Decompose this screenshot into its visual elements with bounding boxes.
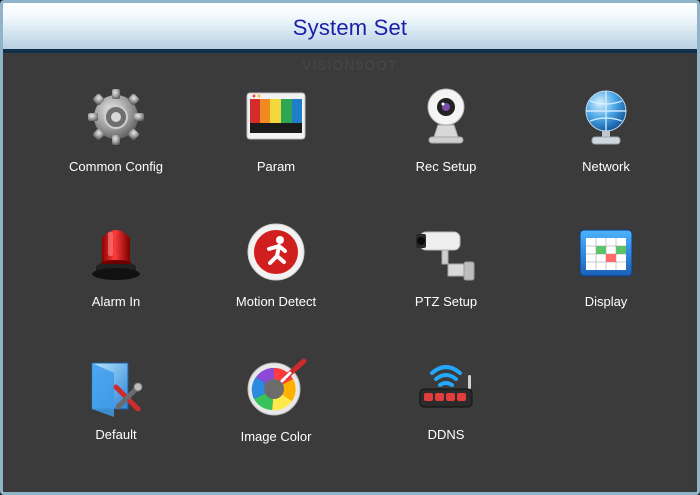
folder-tools-icon [84,353,148,417]
menu-item-label: Network [582,159,630,174]
menu-item-param[interactable]: Param [196,85,356,190]
menu-item-display[interactable]: Display [526,220,686,325]
menu-item-rec-setup[interactable]: Rec Setup [366,85,526,190]
menu-item-label: Display [584,294,628,309]
menu-item-label: Default [95,427,137,442]
menu-item-image-color[interactable]: Image Color [196,355,356,460]
menu-item-label: Alarm In [91,294,141,309]
menu-item-common-config[interactable]: Common Config [36,85,196,190]
menu-item-label: Common Config [69,159,163,174]
gear-icon [84,85,148,149]
menu-item-motion-detect[interactable]: Motion Detect [196,220,356,325]
menu-grid: VISION9OOT Common Config Param Rec Setup… [6,53,694,489]
router-wifi-icon [414,353,478,417]
globe-icon [574,85,638,149]
menu-item-default[interactable]: Default [36,353,196,458]
spreadsheet-window-icon [574,220,638,284]
title-bar: System Set [3,3,697,53]
webcam-icon [414,85,478,149]
menu-item-label: Param [256,159,296,174]
menu-item-ptz-setup[interactable]: PTZ Setup [366,220,526,325]
security-camera-icon [414,220,478,284]
menu-item-ddns[interactable]: DDNS [366,353,526,458]
menu-item-label: Image Color [240,429,312,444]
menu-item-label: PTZ Setup [414,294,478,309]
menu-item-alarm-in[interactable]: Alarm In [36,220,196,325]
running-man-icon [244,220,308,284]
menu-item-label: Rec Setup [415,159,477,174]
menu-item-label: DDNS [427,427,465,442]
alarm-light-icon [84,220,148,284]
system-set-window: System Set VISION9OOT Common Config Para… [0,0,700,495]
watermark-text: VISION9OOT [302,57,398,73]
menu-item-network[interactable]: Network [526,85,686,190]
color-wheel-brush-icon [244,355,308,419]
window-title: System Set [292,15,408,40]
menu-item-label: Motion Detect [235,294,317,309]
color-bars-icon [244,85,308,149]
